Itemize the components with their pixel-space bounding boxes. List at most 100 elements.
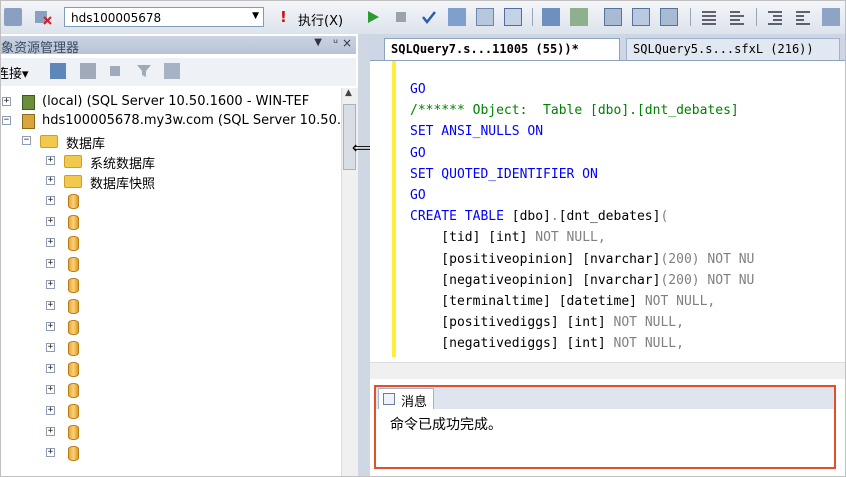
results-to-grid-icon[interactable] bbox=[504, 8, 522, 26]
code-token: NOT NULL, bbox=[613, 336, 684, 352]
code-line[interactable]: SET ANSI_NULLS ON bbox=[410, 124, 543, 144]
server-icon bbox=[22, 114, 35, 129]
folder-icon bbox=[40, 135, 58, 148]
collapse-icon[interactable]: − bbox=[2, 116, 11, 125]
connect-button[interactable]: 连接▾ bbox=[0, 63, 29, 82]
tree-node-label: (local) (SQL Server 10.50.1600 - WIN-TEF bbox=[42, 94, 310, 109]
debug-icon[interactable] bbox=[364, 8, 382, 26]
expand-icon[interactable]: + bbox=[46, 280, 55, 289]
object-explorer-toolbar: 连接▾ bbox=[0, 58, 356, 86]
expand-icon[interactable]: + bbox=[46, 259, 55, 268]
database-select-value: hds100005678 bbox=[71, 11, 162, 25]
code-token: [nvarchar] bbox=[582, 251, 661, 267]
expand-icon[interactable]: + bbox=[46, 448, 55, 457]
code-token: SET ANSI_NULLS ON bbox=[410, 124, 544, 140]
editor-horizontal-scrollbar[interactable] bbox=[370, 362, 846, 380]
code-token: [terminaltime] bbox=[410, 294, 559, 309]
connect-icon[interactable] bbox=[4, 8, 22, 26]
expand-icon[interactable]: + bbox=[2, 97, 11, 106]
expand-icon[interactable]: + bbox=[46, 156, 55, 165]
tree-node-server-remote[interactable]: − hds100005678.my3w.com (SQL Server 10.5… bbox=[0, 111, 340, 131]
code-token: [datetime] bbox=[558, 294, 645, 309]
code-token: [positivediggs] bbox=[410, 315, 567, 331]
uncomment-lines-icon[interactable] bbox=[728, 8, 746, 26]
code-token: [dnt_debates] bbox=[558, 209, 661, 225]
code-line[interactable]: [tid] [int] NOT NULL, bbox=[410, 230, 606, 250]
expand-icon[interactable]: + bbox=[46, 364, 55, 373]
code-line[interactable]: /****** Object: Table [dbo].[dnt_debates… bbox=[410, 103, 739, 123]
refresh-icon[interactable] bbox=[164, 63, 180, 79]
comment-lines-icon[interactable] bbox=[700, 8, 718, 26]
stop-icon[interactable] bbox=[110, 66, 120, 76]
chevron-down-icon[interactable]: ▼ bbox=[252, 11, 259, 21]
results-to-text-icon[interactable] bbox=[476, 8, 494, 26]
folder-icon bbox=[64, 175, 82, 188]
client-stats-icon[interactable] bbox=[570, 8, 588, 26]
pin-icon[interactable]: ᵘ bbox=[333, 36, 338, 50]
results-grid-icon[interactable] bbox=[632, 8, 650, 26]
expand-icon[interactable]: + bbox=[46, 217, 55, 226]
expand-icon[interactable]: + bbox=[46, 406, 55, 415]
highlight-box bbox=[374, 385, 836, 469]
results-file-icon[interactable] bbox=[660, 8, 678, 26]
disconnect-icon[interactable] bbox=[34, 8, 52, 26]
scrollbar-thumb[interactable] bbox=[343, 104, 356, 170]
stop-icon[interactable] bbox=[392, 8, 410, 26]
results-text-icon[interactable] bbox=[604, 8, 622, 26]
database-icon bbox=[68, 383, 79, 398]
parse-checkmark-icon[interactable] bbox=[420, 8, 438, 26]
tree-node-label: hds100005678.my3w.com (SQL Server 10.50.… bbox=[42, 113, 340, 128]
scroll-up-icon[interactable]: ▲ bbox=[345, 88, 352, 98]
database-icon bbox=[68, 257, 79, 272]
code-token: NOT NULL, bbox=[613, 315, 684, 331]
code-line[interactable]: [positiveopinion] [nvarchar](200) NOT NU bbox=[410, 252, 754, 272]
code-token: [int] bbox=[566, 315, 614, 331]
code-line[interactable]: [negativediggs] [int] NOT NULL, bbox=[410, 336, 684, 356]
code-line[interactable]: [negativeopinion] [nvarchar](200) NOT NU bbox=[410, 273, 754, 293]
expand-icon[interactable]: + bbox=[46, 343, 55, 352]
connect-server-icon[interactable] bbox=[50, 63, 66, 79]
code-token: [nvarchar] bbox=[582, 272, 661, 288]
include-plan-icon[interactable] bbox=[542, 8, 560, 26]
panel-splitter[interactable]: ⟺ bbox=[352, 34, 375, 477]
code-line[interactable]: GO bbox=[410, 188, 426, 208]
expand-icon[interactable]: + bbox=[46, 385, 55, 394]
database-select[interactable]: hds100005678 ▼ bbox=[64, 7, 264, 27]
tab-sqlquery5[interactable]: SQLQuery5.s...sfxL (216)) bbox=[626, 38, 840, 60]
code-token: NOT NULL, bbox=[535, 230, 606, 246]
code-line[interactable]: GO bbox=[410, 146, 426, 166]
expand-icon[interactable]: + bbox=[46, 238, 55, 247]
code-token: . bbox=[550, 209, 559, 225]
code-line[interactable]: CREATE TABLE [dbo].[dnt_debates]( bbox=[410, 209, 668, 229]
main-toolbar: hds100005678 ▼ ! 执行(X) bbox=[0, 0, 846, 35]
object-explorer-titlebar: 对象资源管理器 ▼ ᵘ × bbox=[0, 36, 356, 56]
expand-icon[interactable]: + bbox=[46, 301, 55, 310]
code-line[interactable]: GO bbox=[410, 82, 426, 102]
database-icon bbox=[68, 236, 79, 251]
tree-node-server-local[interactable]: + (local) (SQL Server 10.50.1600 - WIN-T… bbox=[0, 92, 340, 112]
expand-icon[interactable]: + bbox=[46, 427, 55, 436]
decrease-indent-icon[interactable] bbox=[766, 8, 784, 26]
toolbar-separator bbox=[690, 8, 691, 26]
close-icon[interactable]: × bbox=[342, 36, 352, 50]
query-plan-icon[interactable] bbox=[448, 8, 466, 26]
filter-icon[interactable] bbox=[136, 63, 152, 82]
increase-indent-icon[interactable] bbox=[794, 8, 812, 26]
expand-icon[interactable]: + bbox=[46, 196, 55, 205]
code-token: [int] bbox=[488, 230, 536, 246]
tab-sqlquery7[interactable]: SQLQuery7.s...11005 (55))* bbox=[384, 38, 620, 60]
changed-lines-marker bbox=[392, 61, 396, 357]
specify-values-icon[interactable] bbox=[822, 8, 840, 26]
expand-icon[interactable]: + bbox=[46, 322, 55, 331]
code-token: [int] bbox=[566, 336, 614, 352]
code-line[interactable]: SET QUOTED_IDENTIFIER ON bbox=[410, 167, 598, 187]
expand-icon[interactable]: + bbox=[46, 176, 55, 185]
code-token: GO bbox=[410, 82, 426, 97]
collapse-icon[interactable]: − bbox=[22, 136, 31, 145]
execute-label: 执行(X) bbox=[298, 14, 344, 29]
disconnect-server-icon[interactable] bbox=[80, 63, 96, 79]
dropdown-icon[interactable]: ▼ bbox=[314, 37, 322, 48]
editor-tab-strip: SQLQuery7.s...11005 (55))* SQLQuery5.s..… bbox=[370, 34, 846, 61]
code-line[interactable]: [terminaltime] [datetime] NOT NULL, bbox=[410, 294, 715, 314]
code-line[interactable]: [positivediggs] [int] NOT NULL, bbox=[410, 315, 684, 335]
